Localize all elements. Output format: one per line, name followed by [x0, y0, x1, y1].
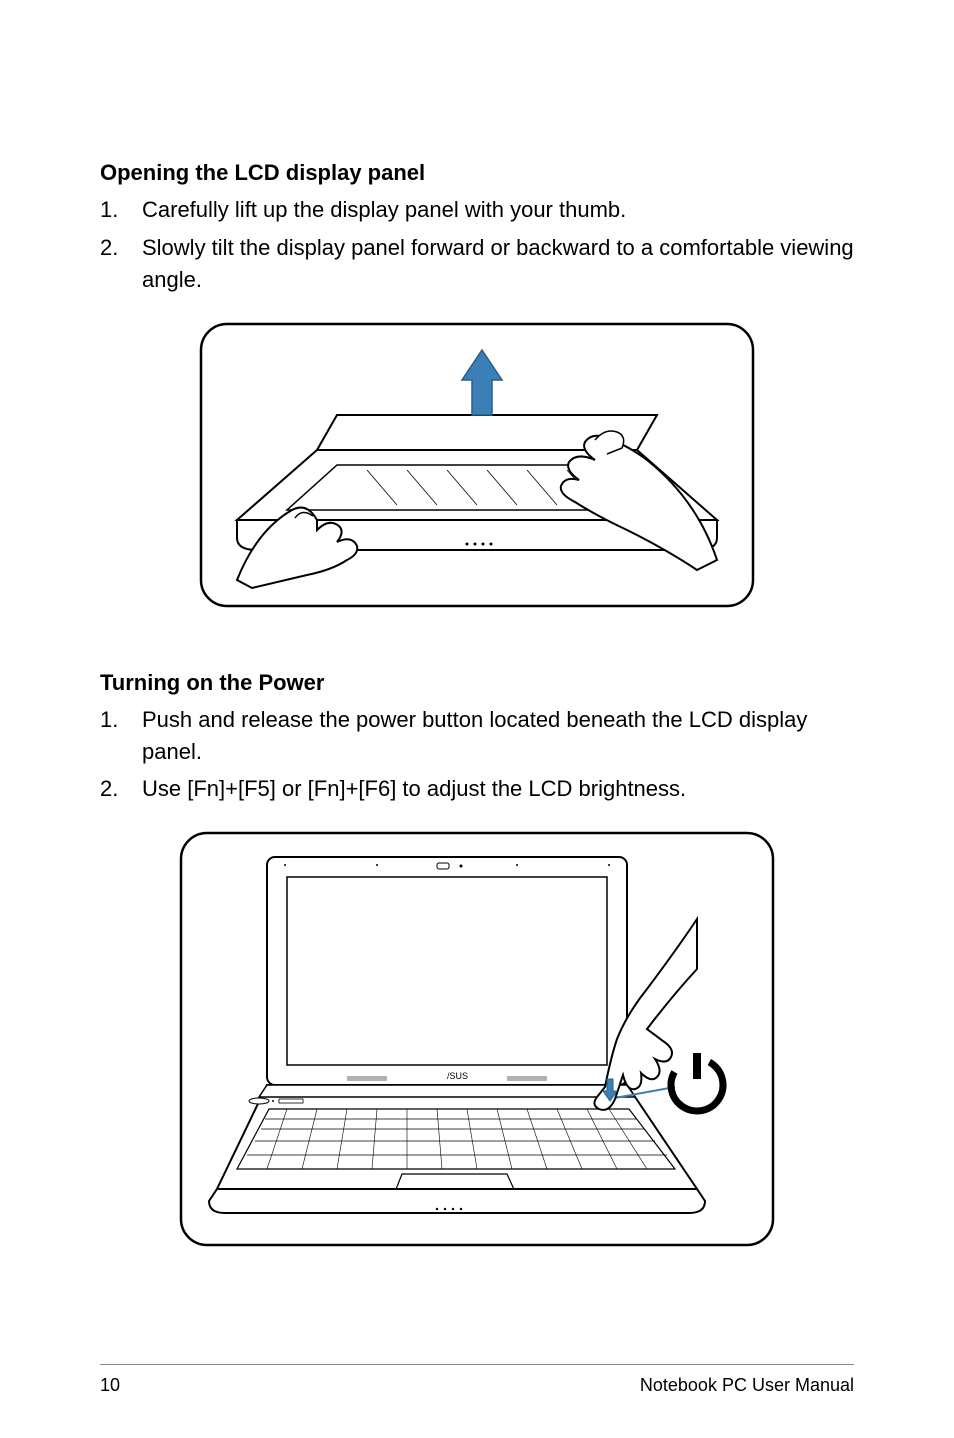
list-text: Use [Fn]+[F5] or [Fn]+[F6] to adjust the…	[142, 773, 854, 805]
figure-power-on: /SUS	[100, 829, 854, 1249]
list-number: 1.	[100, 704, 142, 768]
section2-title: Turning on the Power	[100, 670, 854, 696]
list-item: 1. Carefully lift up the display panel w…	[100, 194, 854, 226]
footer-rule	[100, 1364, 854, 1365]
page-number: 10	[100, 1375, 120, 1396]
svg-text:/SUS: /SUS	[447, 1071, 468, 1081]
list-number: 1.	[100, 194, 142, 226]
laptop-power-illustration: /SUS	[177, 829, 777, 1249]
section1-list: 1. Carefully lift up the display panel w…	[100, 194, 854, 296]
page: Opening the LCD display panel 1. Careful…	[0, 0, 954, 1438]
figure-open-lid	[100, 320, 854, 610]
laptop-open-illustration	[197, 320, 757, 610]
list-item: 2. Slowly tilt the display panel forward…	[100, 232, 854, 296]
section2-list: 1. Push and release the power button loc…	[100, 704, 854, 806]
doc-title: Notebook PC User Manual	[640, 1375, 854, 1396]
list-text: Slowly tilt the display panel forward or…	[142, 232, 854, 296]
section1-title: Opening the LCD display panel	[100, 160, 854, 186]
page-footer: 10 Notebook PC User Manual	[100, 1364, 854, 1396]
list-text: Carefully lift up the display panel with…	[142, 194, 854, 226]
list-text: Push and release the power button locate…	[142, 704, 854, 768]
list-number: 2.	[100, 773, 142, 805]
list-item: 1. Push and release the power button loc…	[100, 704, 854, 768]
list-number: 2.	[100, 232, 142, 296]
list-item: 2. Use [Fn]+[F5] or [Fn]+[F6] to adjust …	[100, 773, 854, 805]
